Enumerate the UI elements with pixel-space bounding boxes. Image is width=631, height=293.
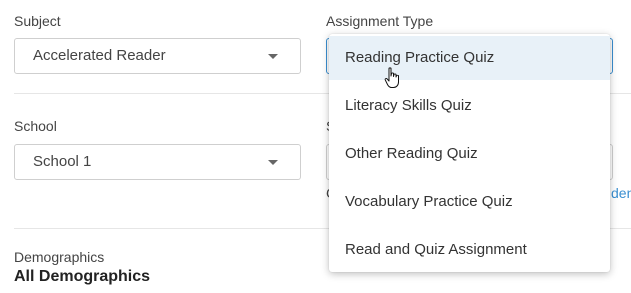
- dropdown-option-read-and-quiz-assignment[interactable]: Read and Quiz Assignment: [329, 228, 610, 272]
- dropdown-option-vocabulary-practice-quiz[interactable]: Vocabulary Practice Quiz: [329, 180, 610, 224]
- right-column-link-partial[interactable]: den: [611, 185, 631, 201]
- dropdown-option-reading-practice-quiz[interactable]: Reading Practice Quiz: [329, 36, 610, 80]
- assignment-type-label: Assignment Type: [326, 13, 434, 29]
- demographics-value: All Demographics: [14, 268, 151, 285]
- hand-pointer-icon: [384, 67, 399, 88]
- subject-select[interactable]: Accelerated Reader: [14, 38, 301, 74]
- school-select[interactable]: School 1: [14, 144, 301, 180]
- school-value: School 1: [33, 153, 92, 170]
- subject-label: Subject: [14, 13, 61, 29]
- chevron-down-icon: [268, 54, 278, 59]
- demographics-label: Demographics: [14, 249, 105, 265]
- school-label: School: [14, 118, 57, 134]
- assignment-type-dropdown: Reading Practice Quiz Literacy Skills Qu…: [329, 34, 610, 272]
- dropdown-option-other-reading-quiz[interactable]: Other Reading Quiz: [329, 132, 610, 176]
- dropdown-option-literacy-skills-quiz[interactable]: Literacy Skills Quiz: [329, 84, 610, 128]
- subject-value: Accelerated Reader: [33, 47, 166, 64]
- chevron-down-icon: [268, 160, 278, 165]
